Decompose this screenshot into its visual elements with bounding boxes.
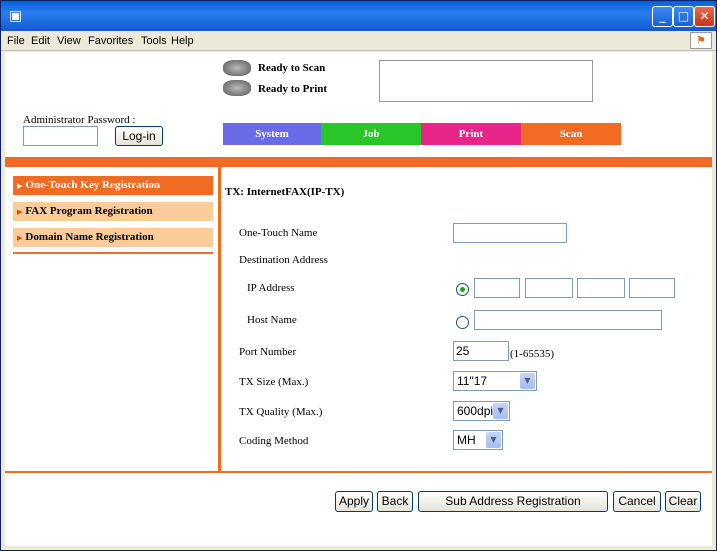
title-bar[interactable]: ▣ _ □ ✕ bbox=[1, 1, 716, 31]
page-content: Ready to Scan Ready to Print Administrat… bbox=[5, 52, 712, 546]
tab-job[interactable]: Job bbox=[321, 123, 421, 145]
sub-address-registration-button[interactable]: Sub Address Registration bbox=[418, 491, 608, 512]
host-name-label: Host Name bbox=[247, 314, 297, 326]
tx-size-select[interactable]: 11"17 ▼ bbox=[453, 371, 537, 391]
ip-address-radio[interactable] bbox=[456, 283, 469, 296]
footer-divider bbox=[5, 471, 712, 473]
scan-status-text: Ready to Scan bbox=[258, 62, 326, 74]
printer-icon bbox=[223, 80, 251, 96]
cancel-button[interactable]: Cancel bbox=[613, 491, 661, 512]
chevron-down-icon[interactable]: ▼ bbox=[493, 403, 508, 419]
coding-method-select[interactable]: MH ▼ bbox=[453, 430, 503, 450]
admin-password-input[interactable] bbox=[23, 126, 98, 146]
status-message-box bbox=[379, 60, 593, 102]
close-button[interactable]: ✕ bbox=[694, 6, 715, 27]
nav-domain-name-registration[interactable]: ▶ Domain Name Registration bbox=[13, 228, 213, 247]
tx-size-label: TX Size (Max.) bbox=[239, 376, 309, 388]
login-button[interactable]: Log-in bbox=[115, 126, 163, 146]
tab-scan[interactable]: Scan bbox=[521, 123, 621, 145]
tab-print[interactable]: Print bbox=[421, 123, 521, 145]
one-touch-name-label: One-Touch Name bbox=[239, 227, 318, 239]
clear-button[interactable]: Clear bbox=[665, 491, 701, 512]
chevron-down-icon[interactable]: ▼ bbox=[520, 373, 535, 389]
tx-quality-label: TX Quality (Max.) bbox=[239, 406, 323, 418]
menu-file[interactable]: File bbox=[7, 35, 25, 47]
coding-method-label: Coding Method bbox=[239, 435, 309, 447]
menu-bar: File Edit View Favorites Tools Help ⚑ bbox=[1, 31, 716, 51]
menu-edit[interactable]: Edit bbox=[31, 35, 50, 47]
triangle-right-icon: ▶ bbox=[17, 208, 23, 216]
triangle-right-icon: ▶ bbox=[17, 234, 23, 242]
triangle-right-icon: ▶ bbox=[17, 182, 23, 190]
nav-one-touch-key-registration[interactable]: ▶ One-Touch Key Registration bbox=[13, 176, 213, 195]
browser-window: ▣ _ □ ✕ File Edit View Favorites Tools H… bbox=[0, 0, 717, 551]
page-title: TX: InternetFAX(IP-TX) bbox=[225, 186, 345, 198]
chevron-down-icon[interactable]: ▼ bbox=[486, 432, 501, 448]
apply-button[interactable]: Apply bbox=[335, 491, 373, 512]
tab-system[interactable]: System bbox=[223, 123, 321, 145]
ip-octet-3-input[interactable] bbox=[577, 278, 625, 298]
menu-tools[interactable]: Tools bbox=[141, 35, 167, 47]
menu-favorites[interactable]: Favorites bbox=[88, 35, 133, 47]
menu-view[interactable]: View bbox=[57, 35, 81, 47]
ip-octet-4-input[interactable] bbox=[629, 278, 675, 298]
menu-help[interactable]: Help bbox=[171, 35, 194, 47]
windows-logo-icon: ⚑ bbox=[690, 32, 712, 49]
nav-bottom-divider bbox=[13, 252, 213, 254]
nav-fax-program-registration[interactable]: ▶ FAX Program Registration bbox=[13, 202, 213, 221]
port-number-input[interactable]: 25 bbox=[453, 341, 509, 361]
maximize-button[interactable]: □ bbox=[673, 6, 694, 27]
tx-quality-select[interactable]: 600dpi ▼ bbox=[453, 401, 510, 421]
ip-address-label: IP Address bbox=[247, 282, 295, 294]
header-divider bbox=[5, 157, 712, 167]
print-status-text: Ready to Print bbox=[258, 83, 328, 95]
ip-octet-1-input[interactable] bbox=[474, 278, 520, 298]
ip-octet-2-input[interactable] bbox=[525, 278, 573, 298]
host-name-input[interactable] bbox=[474, 310, 662, 330]
back-button[interactable]: Back bbox=[377, 491, 413, 512]
vertical-divider bbox=[218, 167, 221, 471]
destination-address-label: Destination Address bbox=[239, 254, 328, 266]
one-touch-name-input[interactable] bbox=[453, 223, 567, 243]
minimize-button[interactable]: _ bbox=[652, 6, 673, 27]
port-range-hint: (1-65535) bbox=[510, 348, 554, 360]
host-name-radio[interactable] bbox=[456, 316, 469, 329]
admin-password-label: Administrator Password : bbox=[23, 114, 136, 126]
ie-page-icon: ▣ bbox=[9, 8, 23, 24]
port-number-label: Port Number bbox=[239, 346, 297, 358]
scanner-icon bbox=[223, 60, 251, 76]
